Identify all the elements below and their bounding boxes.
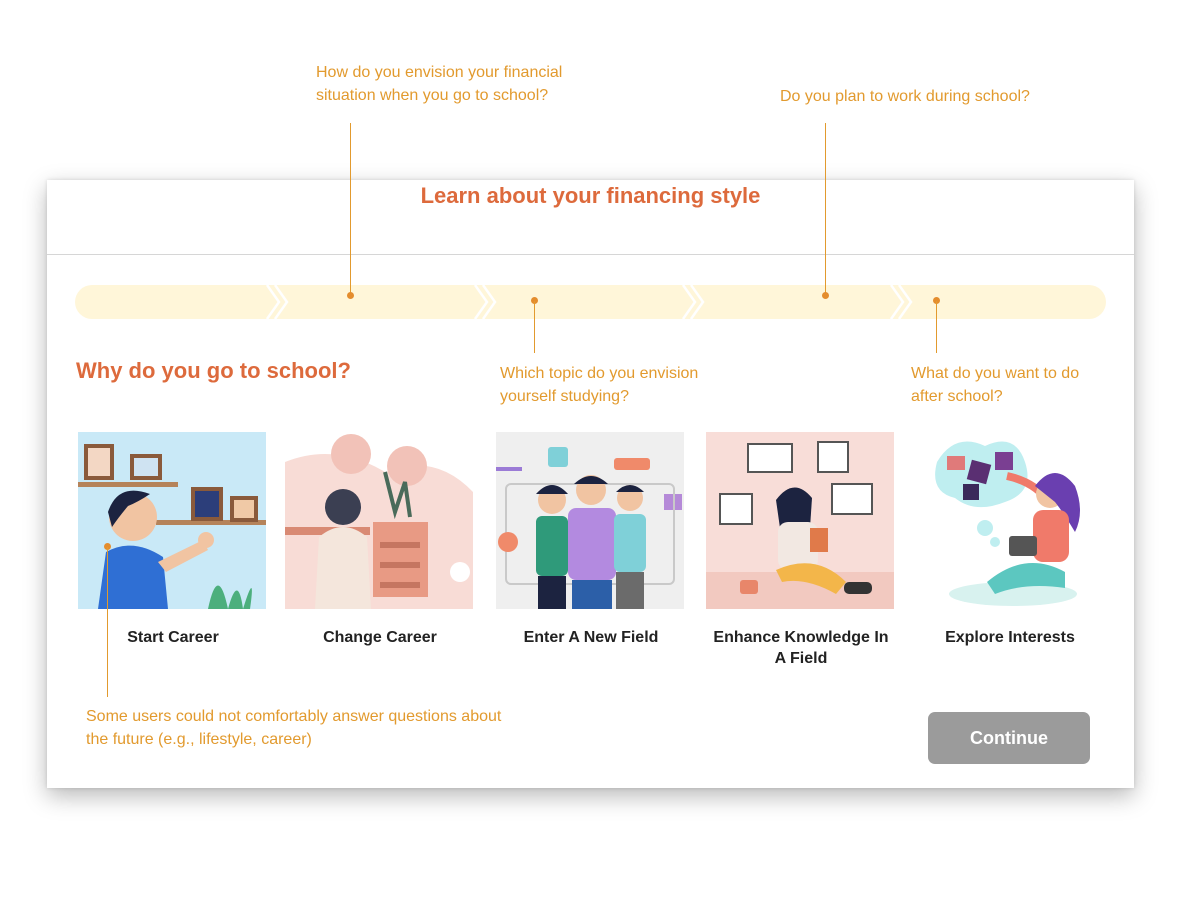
- progress-chevrons: [265, 285, 913, 319]
- annotation-work: Do you plan to work during school?: [780, 88, 1030, 105]
- step-divider-2b: [481, 285, 497, 319]
- option-explore-interests[interactable]: Explore Interests: [915, 432, 1105, 648]
- annotation-line-topic: [534, 301, 535, 353]
- annotation-financial: How do you envision your financial situa…: [316, 64, 563, 104]
- option-label: Explore Interests: [945, 629, 1075, 646]
- annotation-after: What do you want to do after school?: [911, 365, 1080, 405]
- annotation-dot-financial: [347, 292, 354, 299]
- annotation-line-financial: [350, 123, 351, 296]
- step-divider-4b: [897, 285, 913, 319]
- new-field-illustration: [496, 432, 684, 609]
- question-heading: Why do you go to school?: [76, 358, 351, 383]
- page-title: Learn about your financing style: [420, 183, 761, 208]
- enhance-knowledge-illustration: [706, 432, 894, 609]
- option-enter-new-field[interactable]: Enter A New Field: [496, 432, 686, 648]
- option-enhance-knowledge[interactable]: Enhance Knowledge In A Field: [706, 432, 896, 669]
- step-divider-3b: [689, 285, 705, 319]
- annotation-future: Some users could not comfortably answer …: [86, 708, 502, 748]
- annotation-topic: Which topic do you envision yourself stu…: [500, 365, 699, 405]
- change-career-illustration: [285, 432, 473, 609]
- progress-stepper: [75, 285, 1106, 319]
- annotation-line-work: [825, 123, 826, 296]
- option-change-career[interactable]: Change Career: [285, 432, 475, 648]
- option-label: Enhance Knowledge In A Field: [713, 629, 889, 667]
- annotation-line-future: [107, 547, 108, 697]
- annotation-dot-work: [822, 292, 829, 299]
- card-header: Learn about your financing style: [47, 180, 1134, 255]
- option-label: Enter A New Field: [523, 629, 659, 646]
- step-divider-1b: [273, 285, 289, 319]
- annotation-line-after: [936, 301, 937, 353]
- financing-style-card: Learn about your financing style Why do …: [47, 180, 1134, 788]
- continue-button[interactable]: Continue: [928, 712, 1090, 764]
- option-label: Change Career: [323, 629, 437, 646]
- explore-interests-illustration: [915, 432, 1103, 609]
